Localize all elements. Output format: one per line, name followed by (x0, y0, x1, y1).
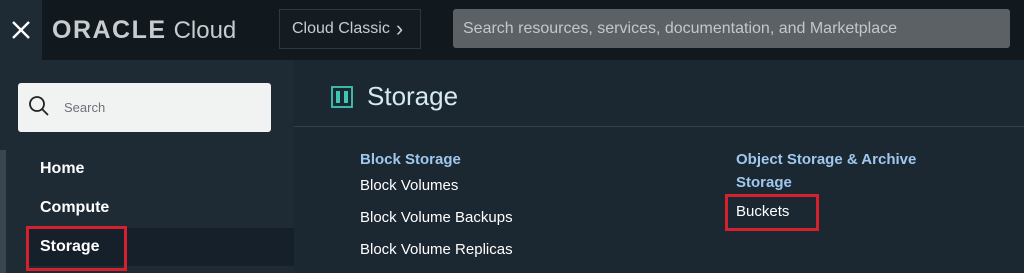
panel-header: Storage (294, 60, 1024, 127)
navigation-sidebar: Home Compute Storage (0, 60, 294, 273)
object-storage-column: Object Storage & Archive Storage Buckets (736, 148, 956, 220)
sidebar-scrollbar[interactable] (0, 150, 6, 273)
close-menu-button[interactable] (0, 0, 42, 60)
close-icon (12, 21, 30, 39)
storage-menu-panel: Storage Block Storage Block Volumes Bloc… (294, 60, 1024, 273)
sidebar-item-storage[interactable]: Storage (26, 228, 294, 266)
block-storage-column: Block Storage Block Volumes Block Volume… (360, 148, 620, 258)
sidebar-search-input[interactable] (64, 83, 264, 132)
block-volumes-link[interactable]: Block Volumes (360, 177, 620, 194)
block-volume-replicas-link[interactable]: Block Volume Replicas (360, 241, 620, 258)
object-storage-heading: Object Storage & Archive Storage (736, 151, 917, 191)
block-volume-backups-link[interactable]: Block Volume Backups (360, 209, 620, 226)
storage-icon (331, 86, 353, 108)
sidebar-item-label: Home (40, 160, 85, 177)
top-navigation-bar: ORACLE Cloud Cloud Classic › (0, 0, 1024, 60)
logo-product: Cloud (173, 17, 237, 44)
search-icon (29, 96, 49, 116)
cloud-classic-button[interactable]: Cloud Classic › (279, 9, 421, 49)
chevron-right-icon: › (395, 16, 404, 41)
sidebar-item-label: Compute (40, 199, 110, 216)
global-search-input[interactable] (453, 9, 1010, 48)
page-title: Storage (367, 81, 459, 111)
sidebar-search (18, 83, 271, 132)
cloud-classic-label: Cloud Classic (292, 20, 390, 37)
logo-brand: ORACLE (52, 16, 167, 44)
sidebar-item-compute[interactable]: Compute (26, 189, 294, 227)
sidebar-item-home[interactable]: Home (26, 150, 294, 188)
oracle-cloud-logo[interactable]: ORACLE Cloud (52, 14, 236, 46)
global-search (453, 9, 1010, 48)
sidebar-item-label: Storage (40, 238, 100, 255)
block-storage-heading: Block Storage (360, 151, 461, 168)
buckets-link[interactable]: Buckets (736, 203, 956, 220)
